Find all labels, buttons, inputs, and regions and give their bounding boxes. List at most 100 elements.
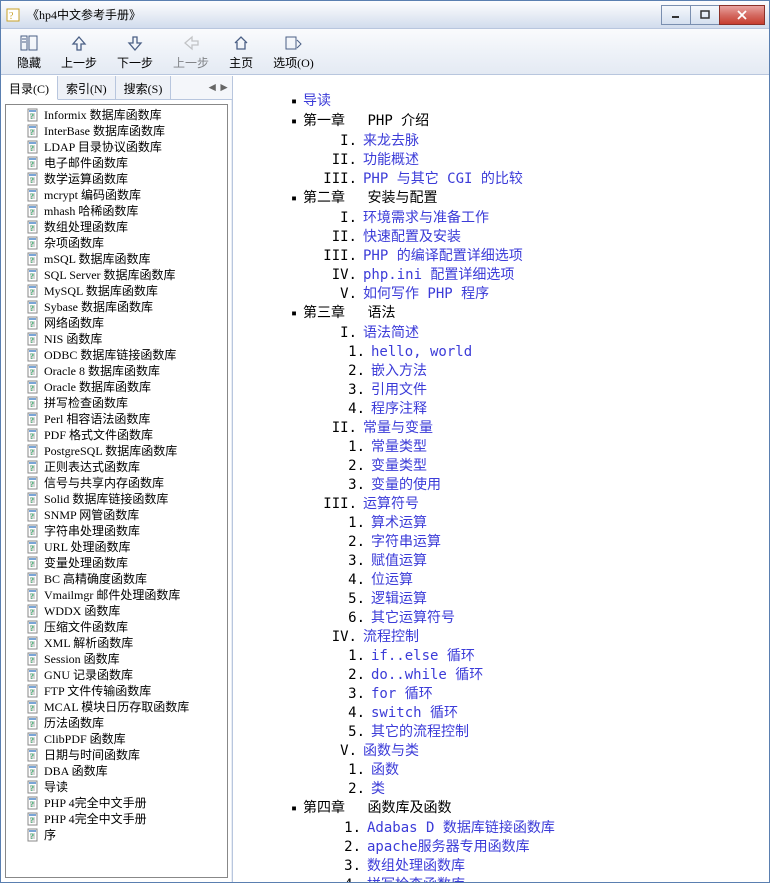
options-button[interactable]: 选项(O) [263, 31, 324, 73]
tree-item[interactable]: ?Solid 数据库链接函数库 [6, 491, 227, 507]
toc-link[interactable]: switch 循环 [371, 704, 458, 723]
tree-item[interactable]: ?电子邮件函数库 [6, 155, 227, 171]
tree-item[interactable]: ?ODBC 数据库链接函数库 [6, 347, 227, 363]
toc-link[interactable]: 运算符号 [363, 495, 419, 514]
toc-link[interactable]: PHP 的编译配置详细选项 [363, 247, 523, 266]
tree-item[interactable]: ?历法函数库 [6, 715, 227, 731]
tree-item[interactable]: ?PDF 格式文件函数库 [6, 427, 227, 443]
toc-link[interactable]: do..while 循环 [371, 666, 483, 685]
home-button[interactable]: 主页 [219, 31, 263, 73]
toc-link[interactable]: 变量的使用 [371, 476, 441, 495]
close-button[interactable] [719, 5, 765, 25]
contents-tree[interactable]: ?Informix 数据库函数库?InterBase 数据库函数库?LDAP 目… [6, 105, 227, 877]
hide-button[interactable]: 隐藏 [7, 31, 51, 73]
toc-link[interactable]: 功能概述 [363, 151, 419, 170]
tree-item[interactable]: ?Perl 相容语法函数库 [6, 411, 227, 427]
tree-item[interactable]: ?导读 [6, 779, 227, 795]
tree-item[interactable]: ?网络函数库 [6, 315, 227, 331]
toc-link[interactable]: 类 [371, 780, 385, 799]
tree-item[interactable]: ?URL 处理函数库 [6, 539, 227, 555]
toc-link[interactable]: 如何写作 PHP 程序 [363, 285, 489, 304]
toc-link[interactable]: apache服务器专用函数库 [367, 838, 530, 857]
toc-link[interactable]: 字符串运算 [371, 533, 441, 552]
tree-item[interactable]: ?mSQL 数据库函数库 [6, 251, 227, 267]
tree-item[interactable]: ?Oracle 8 数据库函数库 [6, 363, 227, 379]
toc-link[interactable]: 逻辑运算 [371, 590, 427, 609]
toc-link[interactable]: 程序注释 [371, 400, 427, 419]
tree-item[interactable]: ?信号与共享内存函数库 [6, 475, 227, 491]
toc-link[interactable]: 其它运算符号 [371, 609, 455, 628]
titlebar[interactable]: ? 《hp4中文参考手册》 [1, 1, 769, 29]
tree-item[interactable]: ?数学运算函数库 [6, 171, 227, 187]
tree-item[interactable]: ?SNMP 网管函数库 [6, 507, 227, 523]
toc-link[interactable]: 拼写检查函数库 [367, 876, 465, 882]
toc-link[interactable]: Adabas D 数据库链接函数库 [367, 819, 555, 838]
svg-text:?: ? [30, 240, 34, 249]
tree-item[interactable]: ?mcrypt 编码函数库 [6, 187, 227, 203]
toc-link[interactable]: 引用文件 [371, 381, 427, 400]
tree-item[interactable]: ?日期与时间函数库 [6, 747, 227, 763]
tab-scroll-arrows[interactable]: ◄► [204, 76, 232, 99]
tree-item[interactable]: ?数组处理函数库 [6, 219, 227, 235]
tree-item[interactable]: ?变量处理函数库 [6, 555, 227, 571]
tree-item[interactable]: ?字符串处理函数库 [6, 523, 227, 539]
tree-item[interactable]: ?Sybase 数据库函数库 [6, 299, 227, 315]
tab-contents[interactable]: 目录(C) [1, 76, 58, 100]
tree-item[interactable]: ?GNU 记录函数库 [6, 667, 227, 683]
tab-index[interactable]: 索引(N) [58, 76, 116, 100]
tree-item[interactable]: ?FTP 文件传输函数库 [6, 683, 227, 699]
toc-link[interactable]: 位运算 [371, 571, 413, 590]
tree-item[interactable]: ?XML 解析函数库 [6, 635, 227, 651]
toc-link[interactable]: 嵌入方法 [371, 362, 427, 381]
tree-item[interactable]: ?PostgreSQL 数据库函数库 [6, 443, 227, 459]
toc-link[interactable]: for 循环 [371, 685, 433, 704]
tree-item[interactable]: ?mhash 哈稀函数库 [6, 203, 227, 219]
tree-item[interactable]: ?ClibPDF 函数库 [6, 731, 227, 747]
toc-link[interactable]: 赋值运算 [371, 552, 427, 571]
tree-item[interactable]: ?Vmailmgr 邮件处理函数库 [6, 587, 227, 603]
tree-item[interactable]: ?MCAL 模块日历存取函数库 [6, 699, 227, 715]
toc-link[interactable]: 常量类型 [371, 438, 427, 457]
toc-link[interactable]: 语法简述 [363, 324, 419, 343]
tree-item[interactable]: ?InterBase 数据库函数库 [6, 123, 227, 139]
toc-link[interactable]: 函数 [371, 761, 399, 780]
toc-link[interactable]: 数组处理函数库 [367, 857, 465, 876]
tree-item[interactable]: ?DBA 函数库 [6, 763, 227, 779]
tab-search[interactable]: 搜索(S) [116, 76, 172, 100]
tree-item[interactable]: ?杂项函数库 [6, 235, 227, 251]
tree-item[interactable]: ?压缩文件函数库 [6, 619, 227, 635]
tree-item[interactable]: ?PHP 4完全中文手册 [6, 795, 227, 811]
tree-item[interactable]: ?SQL Server 数据库函数库 [6, 267, 227, 283]
toc-link[interactable]: if..else 循环 [371, 647, 475, 666]
tree-item[interactable]: ?Session 函数库 [6, 651, 227, 667]
maximize-button[interactable] [690, 5, 720, 25]
tree-item[interactable]: ?序 [6, 827, 227, 843]
tree-item[interactable]: ?PHP 4完全中文手册 [6, 811, 227, 827]
toc-link[interactable]: 算术运算 [371, 514, 427, 533]
toc-link[interactable]: hello, world [371, 343, 472, 362]
minimize-button[interactable] [661, 5, 691, 25]
toc-link[interactable]: 常量与变量 [363, 419, 433, 438]
toc-link[interactable]: 环境需求与准备工作 [363, 209, 489, 228]
back-button[interactable]: 上一步 [51, 31, 107, 73]
tree-item[interactable]: ?Informix 数据库函数库 [6, 107, 227, 123]
forward-button[interactable]: 下一步 [107, 31, 163, 73]
tree-item[interactable]: ?拼写检查函数库 [6, 395, 227, 411]
toc-link[interactable]: 来龙去脉 [363, 132, 419, 151]
tree-item[interactable]: ?LDAP 目录协议函数库 [6, 139, 227, 155]
toc-link[interactable]: PHP 与其它 CGI 的比较 [363, 170, 523, 189]
toc-link[interactable]: 流程控制 [363, 628, 419, 647]
toc-link[interactable]: php.ini 配置详细选项 [363, 266, 514, 285]
toc-link[interactable]: 其它的流程控制 [371, 723, 469, 742]
toc-link[interactable]: 函数与类 [363, 742, 419, 761]
content-pane[interactable]: 导读第一章 PHP 介绍I.来龙去脉II.功能概述III.PHP 与其它 CGI… [233, 76, 769, 882]
tree-item[interactable]: ?Oracle 数据库函数库 [6, 379, 227, 395]
tree-item[interactable]: ?BC 高精确度函数库 [6, 571, 227, 587]
tree-item[interactable]: ?正则表达式函数库 [6, 459, 227, 475]
toc-link[interactable]: 快速配置及安装 [363, 228, 461, 247]
tree-item[interactable]: ?NIS 函数库 [6, 331, 227, 347]
tree-item[interactable]: ?MySQL 数据库函数库 [6, 283, 227, 299]
tree-item[interactable]: ?WDDX 函数库 [6, 603, 227, 619]
toc-link[interactable]: 变量类型 [371, 457, 427, 476]
toc-link[interactable]: 导读 [303, 93, 331, 109]
